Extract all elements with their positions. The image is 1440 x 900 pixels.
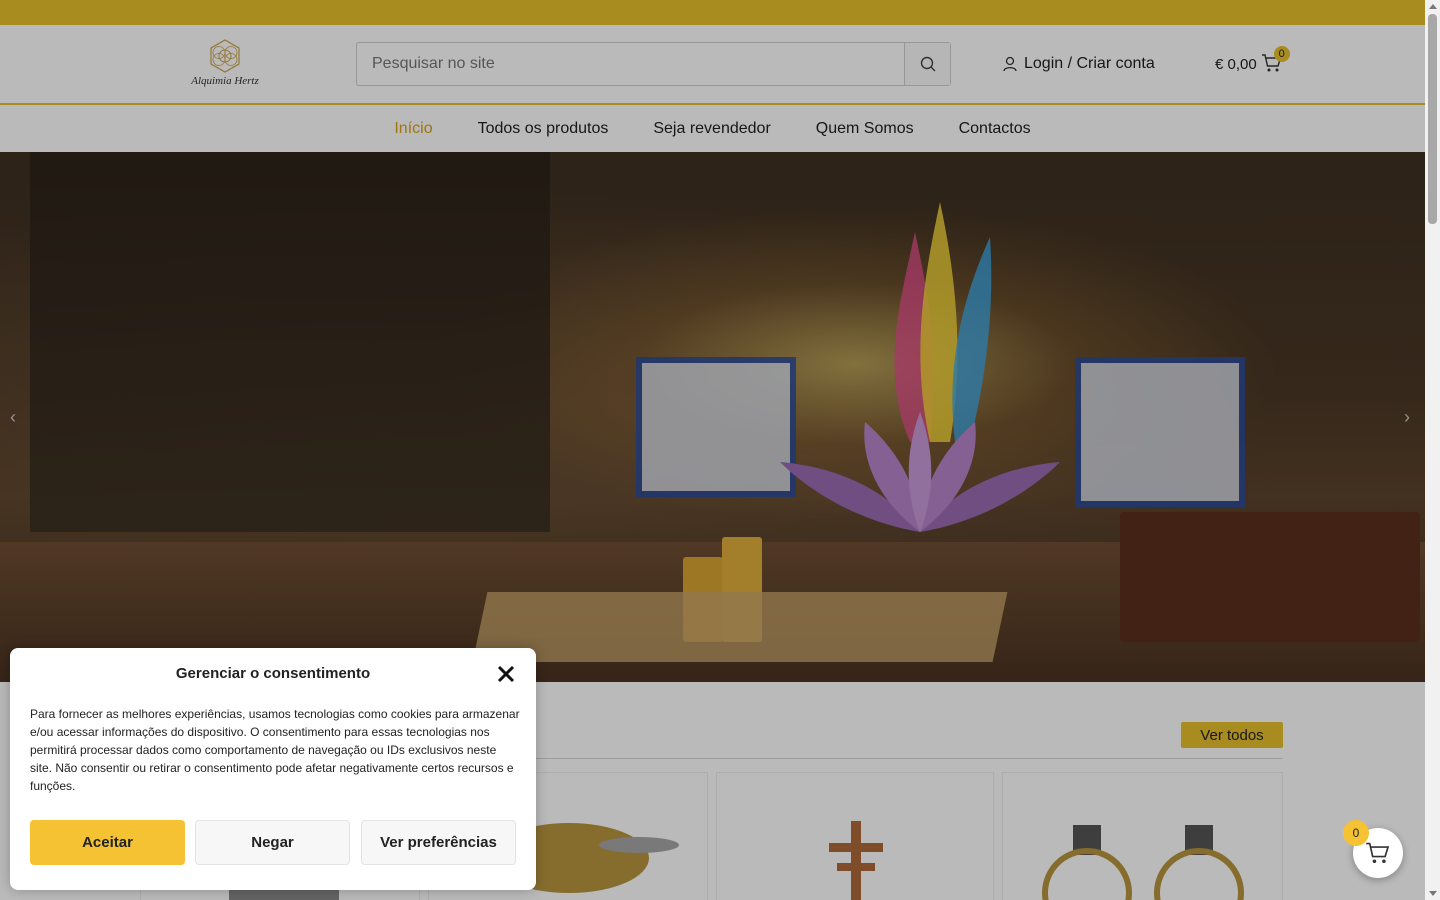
- view-preferences-button[interactable]: Ver preferências: [361, 820, 516, 865]
- floating-cart-count: 0: [1343, 820, 1369, 846]
- deny-button[interactable]: Negar: [195, 820, 350, 865]
- scroll-down-arrow[interactable]: [1429, 891, 1437, 896]
- consent-body: Para fornecer as melhores experiências, …: [30, 707, 520, 793]
- consent-dialog: Gerenciar o consentimento Para fornecer …: [10, 648, 536, 890]
- scroll-thumb[interactable]: [1428, 14, 1437, 224]
- scroll-up-arrow[interactable]: [1429, 4, 1437, 9]
- floating-cart-button[interactable]: 0: [1343, 820, 1403, 878]
- accept-button[interactable]: Aceitar: [30, 820, 185, 865]
- page-scrollbar[interactable]: [1425, 0, 1440, 900]
- consent-title: Gerenciar o consentimento: [175, 665, 371, 682]
- cart-icon: [1366, 842, 1390, 864]
- page: Alquimia Hertz Login / Criar conta € 0,0…: [0, 0, 1425, 900]
- close-icon[interactable]: [496, 664, 516, 684]
